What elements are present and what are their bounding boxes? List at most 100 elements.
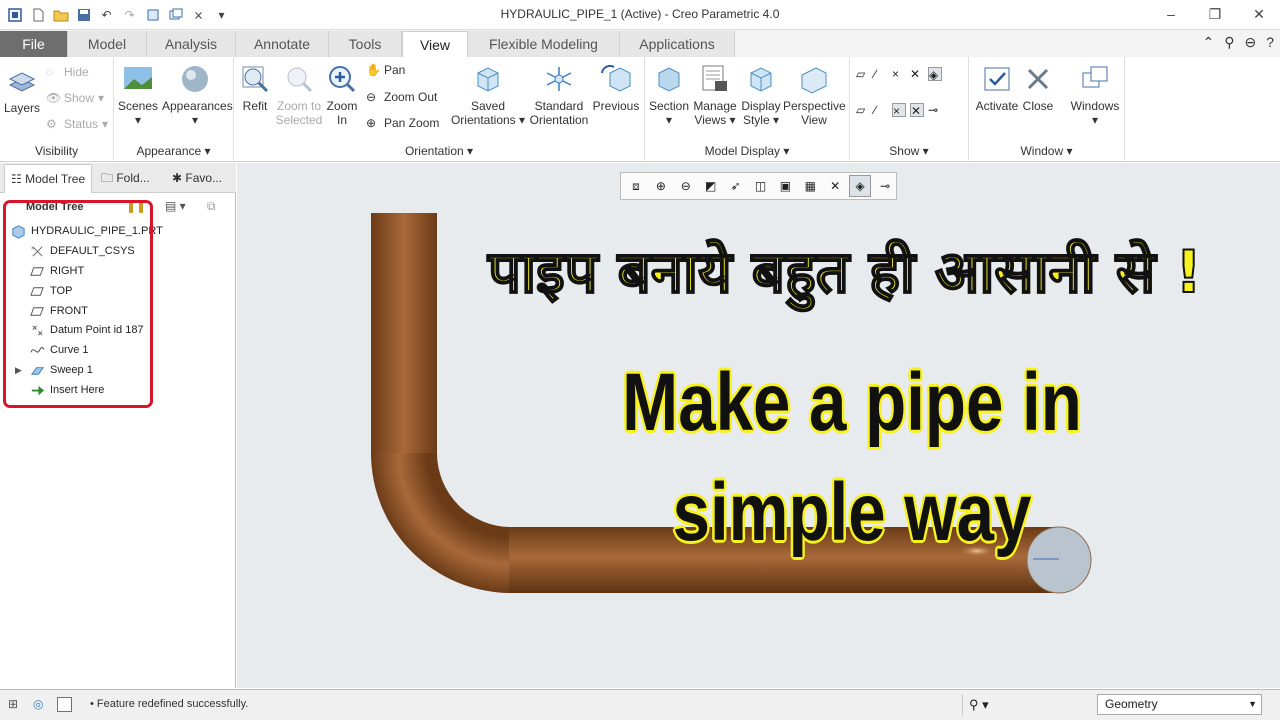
spin-center-toggle-icon[interactable]: ◈ [849, 175, 872, 197]
status-button[interactable]: ⚙ Status ▾ [46, 117, 108, 131]
axis-tag-icon[interactable]: ∕ [874, 103, 888, 117]
manage-views-button[interactable]: Manage Views ▾ [691, 63, 739, 127]
standard-orientation-icon [546, 67, 572, 91]
activate-icon [984, 67, 1010, 91]
title-bar: ↶ ↷ ⨯ ▾ HYDRAULIC_PIPE_1 (Active) - Creo… [0, 0, 1280, 30]
group-show: ▱ ∕ × ✕ ◈ ▱ ∕ × ✕ ⊸ Show ▾ [850, 57, 969, 162]
tab-favorites[interactable]: ✱ Favo... [166, 164, 232, 193]
window-controls: – ❐ ✕ [1158, 4, 1272, 24]
repaint-icon[interactable]: ◩ [700, 175, 722, 197]
scenes-button[interactable]: Scenes ▾ [118, 63, 158, 127]
perspective-view-button[interactable]: Perspective View [783, 63, 846, 127]
show-group-label[interactable]: Show ▾ [850, 144, 968, 158]
restore-icon[interactable]: ❐ [1202, 4, 1228, 24]
refit-icon [242, 66, 269, 93]
pan-hand-icon: ✋ [366, 63, 381, 77]
appearances-button[interactable]: Appearances ▾ [162, 63, 233, 127]
show-button[interactable]: 👁 Show ▾ [46, 91, 104, 105]
saved-orientations-icon[interactable]: ▣ [774, 175, 796, 197]
tab-flexible-modeling[interactable]: Flexible Modeling [468, 31, 620, 57]
graphics-toolbar: ⧈ ⊕ ⊖ ◩ ➶ ◫ ▣ ▦ ✕ ◈ ⊸ [620, 172, 897, 200]
close-icon[interactable]: ✕ [1246, 4, 1272, 24]
zoom-out-icon: ⊖ [366, 90, 377, 104]
tab-analysis[interactable]: Analysis [147, 31, 236, 57]
zoom-to-selected-button[interactable]: Zoom to Selected [274, 63, 324, 127]
previous-orientation-icon [601, 64, 631, 92]
annotation-display-icon[interactable]: ⊸ [874, 175, 896, 197]
standard-orientation-button[interactable]: Standard Orientation [528, 63, 590, 127]
axis-display-icon[interactable]: ∕ [874, 67, 888, 81]
collapse-ribbon-icon[interactable]: ⌃ [1202, 34, 1214, 51]
tab-file[interactable]: File [0, 31, 68, 57]
minimize-icon[interactable]: – [1158, 4, 1184, 24]
zoom-out-button[interactable]: ⊖ Zoom Out [366, 90, 437, 104]
tab-view[interactable]: View [402, 31, 468, 57]
search-icon[interactable]: ⚲ [1224, 34, 1234, 51]
ribbon: Layers ◌ Hide 👁 Show ▾ ⚙ Status ▾ Visibility … [0, 57, 1280, 162]
saved-orientations-button[interactable]: Saved Orientations ▾ [450, 63, 526, 127]
refit-icon[interactable]: ⧈ [625, 175, 647, 197]
tab-folder-browser[interactable]: 🗀 Fold... [95, 164, 163, 193]
selection-filter-select[interactable]: Geometry ▼ [1097, 694, 1262, 715]
view-manager-icon[interactable]: ▦ [799, 175, 821, 197]
tab-model-tree[interactable]: ☷ Model Tree [4, 164, 92, 193]
group-orientation: Refit Zoom to Selected Zoom In ✋ Pan ⊖ Zoom … [234, 57, 645, 162]
status-toggle-icon[interactable]: ⊞ [8, 697, 18, 711]
tab-annotate[interactable]: Annotate [236, 31, 329, 57]
hide-button[interactable]: ◌ Hide [46, 65, 89, 79]
refit-button[interactable]: Refit [238, 63, 272, 113]
show-icon: 👁 [46, 91, 62, 105]
display-style-button[interactable]: Display Style ▾ [739, 63, 783, 127]
plane-display-icon[interactable]: ▱ [856, 67, 870, 81]
previous-orientation-button[interactable]: Previous [592, 63, 640, 113]
show-row-2: ▱ ∕ × ✕ ⊸ [856, 103, 942, 118]
spin-center-icon[interactable]: ◈ [928, 67, 942, 82]
pan-zoom-button[interactable]: ⊕ Pan Zoom [366, 116, 439, 130]
group-appearance: Scenes ▾ Appearances ▾ Appearance ▾ [114, 57, 234, 162]
orientation-group-label[interactable]: Orientation ▾ [234, 144, 644, 158]
hide-icon: ◌ [46, 65, 54, 79]
model-display-group-label[interactable]: Model Display ▾ [645, 144, 849, 158]
layers-button[interactable]: Layers [4, 65, 40, 115]
saved-orientations-icon [477, 67, 499, 92]
tab-tools[interactable]: Tools [329, 31, 402, 57]
activate-button[interactable]: Activate [975, 63, 1019, 113]
tree-filter-icon[interactable]: ⧉ [207, 199, 216, 214]
fullscreen-icon[interactable] [57, 697, 72, 712]
pipe-bend [371, 453, 511, 593]
section-button[interactable]: Section ▾ [647, 63, 691, 127]
windows-stack-icon [1082, 66, 1108, 88]
zoom-in-button[interactable]: Zoom In [324, 63, 360, 127]
spin-center-icon[interactable]: ➶ [725, 175, 747, 197]
status-message: • Feature redefined successfully. [90, 698, 249, 710]
group-model-display: Section ▾ Manage Views ▾ Display Style ▾ Pe… [645, 57, 850, 162]
overlay-english-title: Make a pipe in simple way [622, 357, 1082, 558]
display-style-icon[interactable]: ◫ [750, 175, 772, 197]
point-display-icon[interactable]: × [892, 67, 906, 81]
point-tag-icon[interactable]: × [892, 103, 906, 118]
appearance-sphere-icon [182, 66, 208, 92]
annotation-display-icon[interactable]: ⊸ [928, 103, 942, 117]
csys-display-icon[interactable]: ✕ [910, 67, 924, 81]
datum-display-icon[interactable]: ✕ [824, 175, 846, 197]
browser-toggle-icon[interactable]: ◎ [33, 697, 43, 711]
tab-model[interactable]: Model [68, 31, 147, 57]
perspective-view-icon [801, 67, 827, 94]
model-tree-icon: ☷ [11, 172, 26, 186]
tab-applications[interactable]: Applications [620, 31, 735, 57]
zoom-out-icon[interactable]: ⊖ [675, 175, 697, 197]
tree-settings-icon[interactable]: ▤ ▾ [165, 199, 186, 213]
plane-tag-icon[interactable]: ▱ [856, 103, 870, 117]
settings-icon[interactable]: ⊖ [1244, 34, 1256, 51]
help-icon[interactable]: ? [1266, 34, 1274, 51]
windows-button[interactable]: Windows ▾ [1069, 63, 1121, 127]
close-button[interactable]: Close [1021, 63, 1055, 113]
zoom-in-icon[interactable]: ⊕ [650, 175, 672, 197]
find-binoculars-icon[interactable]: ⚲ ▾ [962, 694, 1002, 716]
appearance-group-label[interactable]: Appearance ▾ [114, 144, 233, 158]
folder-icon: 🗀 [101, 171, 117, 185]
window-group-label[interactable]: Window ▾ [969, 144, 1124, 158]
pan-button[interactable]: ✋ Pan [366, 63, 405, 77]
csys-tag-icon[interactable]: ✕ [910, 103, 924, 118]
manage-views-icon [702, 65, 727, 91]
